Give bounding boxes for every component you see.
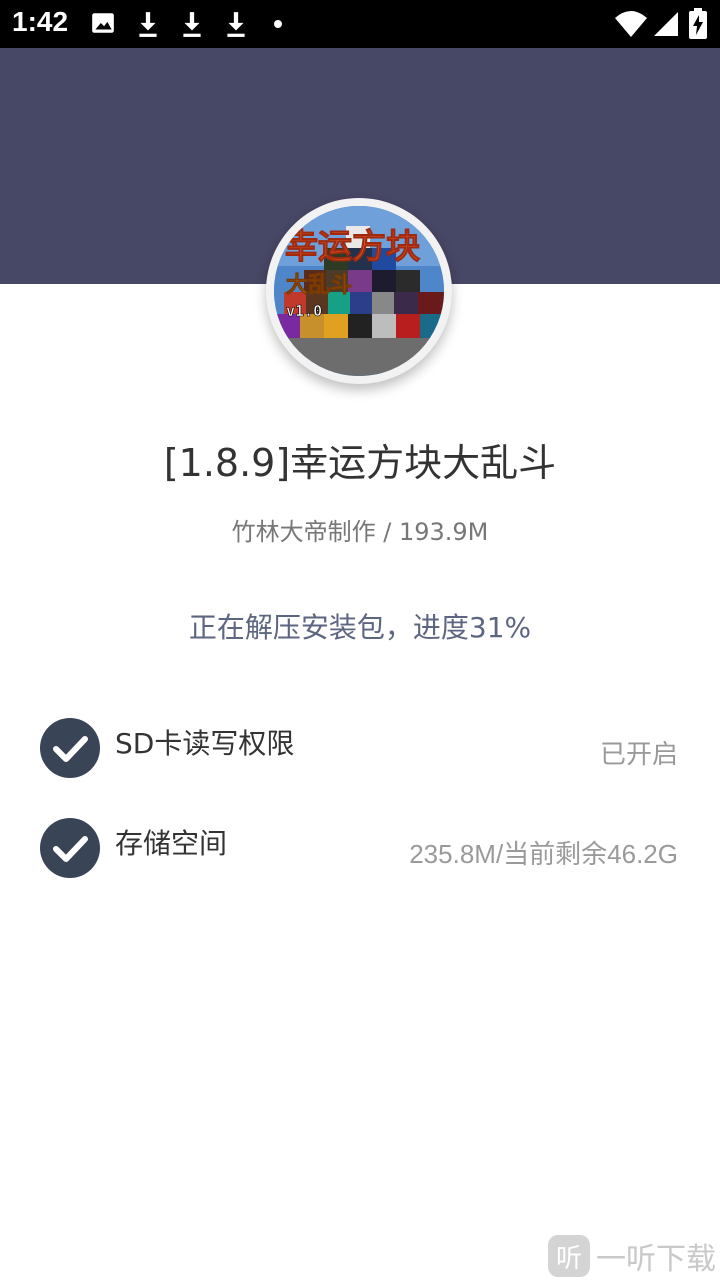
check-icon <box>40 718 100 778</box>
app-icon-text-2: 大乱斗 <box>286 273 352 298</box>
permission-row-storage: 存储空间 235.8M/当前剩余46.2G <box>0 818 720 882</box>
dot-icon <box>274 20 282 28</box>
wifi-icon <box>615 11 647 37</box>
permission-value: 已开启 <box>599 739 678 769</box>
image-icon <box>92 13 114 33</box>
permission-label: 存储空间 <box>115 827 228 860</box>
download-icon <box>227 12 245 37</box>
app-icon-image: 幸运方块 大乱斗 v1.0 <box>274 206 444 376</box>
watermark: 听 一听下载 <box>548 1234 716 1278</box>
permission-value: 235.8M/当前剩余46.2G <box>409 839 678 869</box>
app-icon-text-1: 幸运方块 <box>284 227 420 267</box>
battery-charging-icon <box>689 8 707 39</box>
download-icon <box>183 12 201 37</box>
permission-label: SD卡读写权限 <box>115 727 295 760</box>
status-time: 1:42 <box>12 6 69 37</box>
check-icon <box>40 818 100 878</box>
permission-row-sd: SD卡读写权限 已开启 <box>0 718 720 782</box>
watermark-text: 一听下载 <box>596 1242 716 1277</box>
app-icon-version: v1.0 <box>286 302 322 320</box>
app-title: [1.8.9]幸运方块大乱斗 <box>163 441 557 485</box>
watermark-logo-icon: 听 <box>548 1235 590 1277</box>
app-icon: 幸运方块 大乱斗 v1.0 <box>274 206 444 376</box>
install-progress-text: 正在解压安装包，进度31% <box>188 611 532 644</box>
download-icon <box>139 12 157 37</box>
app-icon-frame: 幸运方块 大乱斗 v1.0 <box>266 198 452 384</box>
app-subtitle: 竹林大帝制作 / 193.9M <box>231 518 489 546</box>
status-bar: 1:42 <box>0 0 720 48</box>
signal-icon <box>654 12 678 36</box>
